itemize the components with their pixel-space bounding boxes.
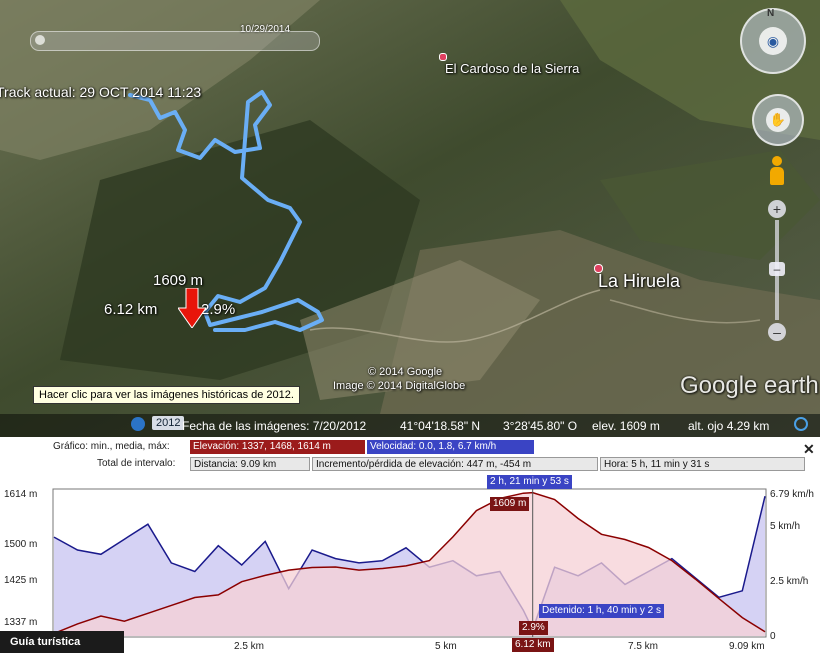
longitude: 3°28'45.80" O (503, 419, 578, 433)
stopped-time-tag: Detenido: 1 h, 40 min y 2 s (539, 604, 664, 618)
place-dot-icon (439, 53, 447, 61)
place-el-cardoso[interactable]: El Cardoso de la Sierra (445, 61, 579, 76)
eye-altitude: alt. ojo 4.29 km (688, 419, 770, 433)
x-axis-tick: 9.09 km (729, 641, 765, 652)
status-bar: 2012 Fecha de las imágenes: 7/20/2012 41… (0, 414, 820, 437)
time-slider-handle[interactable] (35, 35, 45, 45)
street-view-pegman-icon[interactable] (770, 156, 784, 186)
zoom-in-button[interactable]: + (768, 200, 786, 218)
zoom-slider-handle[interactable]: – (769, 262, 785, 276)
marker-slope: 2.9% (201, 301, 236, 318)
elevation-speed-chart[interactable] (0, 437, 820, 653)
cursor-elevation-tag: 1609 m (490, 497, 530, 511)
hand-icon: ✋ (766, 108, 790, 132)
google-earth-logo: Google earth (680, 372, 819, 399)
track-label: Track actual: 29 OCT 2014 11:23 (0, 84, 202, 100)
marker-elevation: 1609 m (153, 272, 204, 289)
x-axis-tick: 7.5 km (628, 641, 659, 652)
zoom-out-button[interactable]: – (768, 323, 786, 341)
marker-distance: 6.12 km (104, 301, 158, 318)
cursor-distance-tag: 6.12 km (512, 638, 554, 652)
move-joystick[interactable]: ✋ (752, 94, 804, 146)
eye-icon: ◉ (759, 27, 787, 55)
cursor-slope-tag: 2.9% (519, 621, 548, 635)
tour-guide-button[interactable]: Guía turística (0, 631, 124, 653)
historical-imagery-tooltip: Hacer clic para ver las imágenes históri… (33, 386, 300, 404)
latitude: 41°04'18.58" N (400, 419, 481, 433)
x-axis-tick: 5 km (435, 641, 457, 652)
place-dot-icon (594, 264, 603, 273)
historical-year-badge[interactable]: 2012 (152, 416, 185, 430)
copyright-imagery: Image © 2014 DigitalGlobe (333, 380, 466, 392)
elevation-profile-panel: Gráfico: min., media, máx: Elevación: 13… (0, 437, 820, 653)
position-arrow-icon (178, 288, 206, 328)
cursor-time-tag: 2 h, 21 min y 53 s (487, 475, 572, 489)
copyright-google: © 2014 Google (368, 366, 443, 378)
time-slider-date: 10/29/2014 (240, 24, 291, 35)
streaming-icon (794, 417, 808, 431)
look-joystick[interactable]: ◉ N (740, 8, 806, 74)
imagery-date: Fecha de las imágenes: 7/20/2012 (182, 419, 367, 433)
place-la-hiruela[interactable]: La Hiruela (598, 271, 680, 292)
historical-imagery-icon[interactable] (131, 417, 145, 431)
map-view[interactable]: 10/29/2014 Track actual: 29 OCT 2014 11:… (0, 0, 820, 437)
elevation-readout: elev. 1609 m (592, 419, 660, 433)
x-axis-tick: 2.5 km (234, 641, 265, 652)
north-icon[interactable]: N (767, 8, 774, 19)
